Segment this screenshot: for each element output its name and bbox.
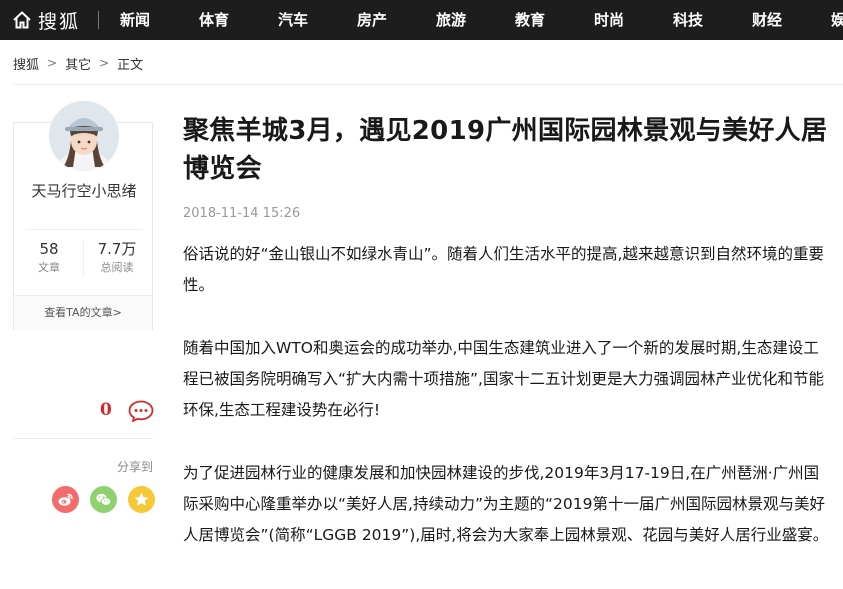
- article-count: 58: [39, 240, 59, 258]
- nav-link-fashion[interactable]: 时尚: [594, 0, 673, 40]
- breadcrumb-item-current: 正文: [117, 57, 144, 73]
- breadcrumb: 搜狐 > 其它 > 正文: [13, 52, 143, 74]
- total-reads-label: 总阅读: [100, 261, 134, 274]
- divider: [13, 438, 153, 439]
- article-paragraph: 为了促进园林行业的健康发展和加快园林建设的步伐,2019年3月17-19日,在广…: [183, 464, 829, 544]
- article-paragraph: 俗话说的好“金山银山不如绿水青山”。随着人们生活水平的提高,越来越意识到自然环境…: [183, 245, 824, 294]
- author-card: 天马行空小思绪 58 文章 7.7万 总阅读 查看TA的文章>: [13, 101, 153, 330]
- qzone-icon[interactable]: [128, 486, 155, 513]
- breadcrumb-item-category[interactable]: 其它: [65, 54, 91, 73]
- top-navigation-bar: 搜狐 新闻 体育 汽车 房产 旅游 教育 时尚 科技 财经 娱: [0, 0, 843, 40]
- article-count-stat: 58 文章: [19, 239, 79, 276]
- comment-icon[interactable]: [128, 400, 154, 422]
- author-avatar[interactable]: [49, 101, 119, 171]
- wechat-icon[interactable]: [90, 486, 117, 513]
- share-label: 分享到: [116, 460, 153, 474]
- logo-divider: [98, 11, 99, 29]
- divider: [26, 229, 142, 230]
- nav-link-entertainment[interactable]: 娱: [831, 0, 843, 40]
- share-buttons: [52, 486, 155, 513]
- publish-date: 2018-11-14 15:26: [183, 206, 301, 221]
- channel-nav: 新闻 体育 汽车 房产 旅游 教育 时尚 科技 财经 娱: [120, 0, 843, 40]
- divider: [83, 241, 84, 277]
- divider: [13, 84, 843, 85]
- total-reads: 7.7万: [97, 240, 137, 258]
- nav-link-realestate[interactable]: 房产: [357, 0, 436, 40]
- nav-link-travel[interactable]: 旅游: [436, 0, 515, 40]
- nav-link-tech[interactable]: 科技: [673, 0, 752, 40]
- nav-link-news[interactable]: 新闻: [120, 0, 199, 40]
- logo-text: 搜狐: [38, 10, 81, 33]
- view-author-articles-link[interactable]: 查看TA的文章>: [14, 295, 152, 330]
- nav-link-finance[interactable]: 财经: [752, 0, 831, 40]
- comment-count[interactable]: 0: [100, 400, 112, 420]
- breadcrumb-separator: >: [99, 56, 110, 70]
- nav-link-education[interactable]: 教育: [515, 0, 594, 40]
- nav-link-sports[interactable]: 体育: [199, 0, 278, 40]
- article-count-label: 文章: [38, 261, 60, 274]
- article-title: 聚焦羊城3月，遇见2019广州国际园林景观与美好人居博览会: [183, 116, 828, 184]
- breadcrumb-separator: >: [47, 56, 58, 70]
- nav-link-auto[interactable]: 汽车: [278, 0, 357, 40]
- article-paragraph: 随着中国加入WTO和奥运会的成功举办,中国生态建筑业进入了一个新的发展时期,生态…: [183, 339, 824, 419]
- sohu-logo[interactable]: 搜狐: [12, 0, 80, 40]
- author-name[interactable]: 天马行空小思绪: [24, 181, 144, 202]
- weibo-icon[interactable]: [52, 486, 79, 513]
- breadcrumb-item-home[interactable]: 搜狐: [13, 54, 39, 73]
- total-reads-stat: 7.7万 总阅读: [87, 239, 147, 276]
- article: 聚焦羊城3月，遇见2019广州国际园林景观与美好人居博览会 2018-11-14…: [183, 112, 833, 551]
- home-icon: [13, 11, 31, 29]
